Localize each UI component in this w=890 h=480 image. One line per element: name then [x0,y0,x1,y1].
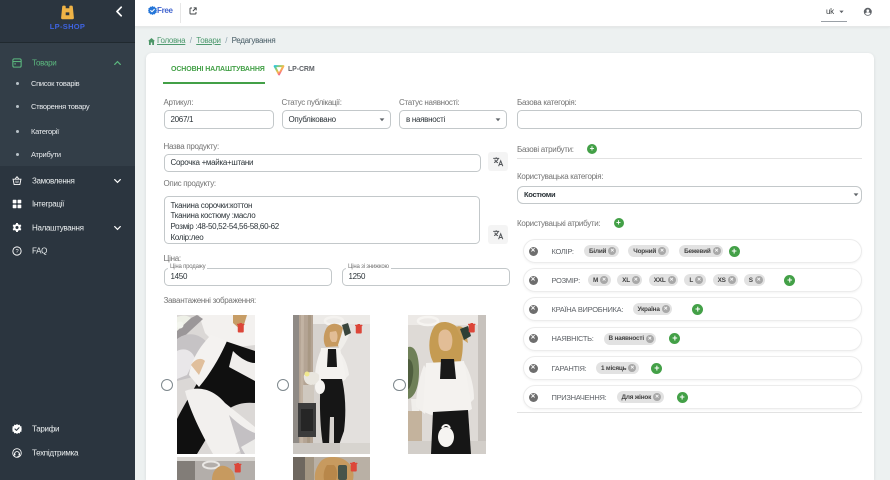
svg-text:?: ? [16,249,19,255]
